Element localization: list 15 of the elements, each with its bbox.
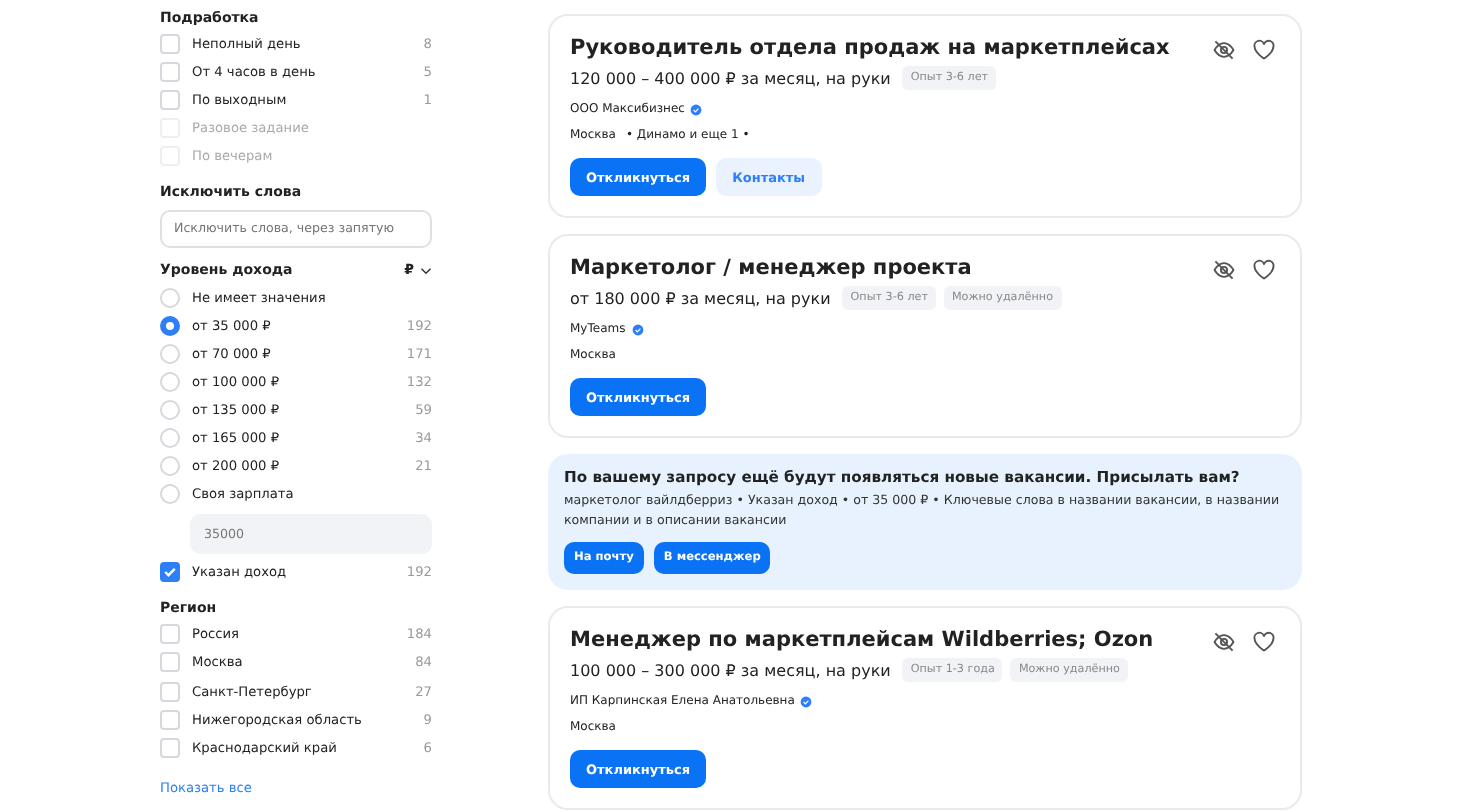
radio-button[interactable]	[160, 315, 180, 336]
salary-text: 120 000 – 400 000 ₽ за месяц, на руки	[570, 69, 891, 87]
vacancy-title[interactable]: Маркетолог / менеджер проекта	[570, 254, 1280, 282]
heart-icon[interactable]	[1252, 630, 1276, 654]
vacancy-title[interactable]: Руководитель отдела продаж на маркетплейсах	[570, 34, 1280, 62]
hidden-eye-icon[interactable]	[1212, 630, 1236, 654]
heart-icon[interactable]	[1252, 38, 1276, 62]
heart-icon[interactable]	[1252, 258, 1276, 282]
salary-text: 100 000 – 300 000 ₽ за месяц, на руки	[570, 661, 891, 679]
checkbox[interactable]	[160, 562, 180, 583]
salary-text: от 180 000 ₽ за месяц, на руки	[570, 289, 831, 307]
hidden-eye-icon[interactable]	[1212, 38, 1236, 62]
hidden-eye-icon[interactable]	[1212, 258, 1236, 282]
vacancy-title[interactable]: Менеджер по маркетплейсам Wildberries; Ozon	[570, 626, 1280, 654]
caret-icon[interactable]	[420, 265, 432, 276]
